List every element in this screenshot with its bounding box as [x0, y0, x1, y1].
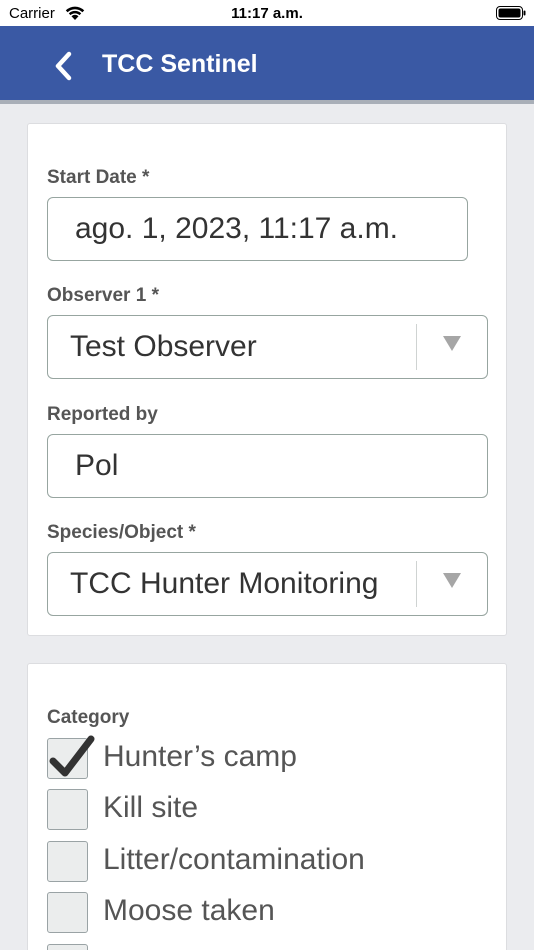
- category-option-kill-site[interactable]: Kill site: [47, 789, 487, 833]
- category-label: Category: [47, 707, 130, 728]
- species-select[interactable]: TCC Hunter Monitoring: [47, 552, 488, 616]
- checkmark-icon: [49, 735, 95, 777]
- checkbox[interactable]: [47, 841, 88, 882]
- screen: Carrier 11:17 a.m. TCC Sentinel Start Da…: [0, 0, 534, 950]
- start-date-field[interactable]: ago. 1, 2023, 11:17 a.m.: [47, 197, 468, 261]
- clock: 11:17 a.m.: [231, 5, 303, 22]
- category-option-hunters-camp[interactable]: Hunter’s camp: [47, 735, 487, 782]
- details-card: Start Date * ago. 1, 2023, 11:17 a.m. Ob…: [27, 123, 507, 636]
- observer-value: Test Observer: [70, 330, 257, 363]
- species-value: TCC Hunter Monitoring: [70, 567, 379, 600]
- checkbox[interactable]: [47, 892, 88, 933]
- option-label: Hunter’s camp: [103, 740, 297, 773]
- select-divider: [416, 561, 417, 607]
- dropdown-arrow-icon: [443, 336, 461, 351]
- observer-select[interactable]: Test Observer: [47, 315, 488, 379]
- checkbox[interactable]: [47, 735, 95, 779]
- navigation-bar: TCC Sentinel: [0, 26, 534, 104]
- back-button[interactable]: [48, 48, 78, 84]
- species-label: Species/Object *: [47, 522, 196, 543]
- option-label: Litter/contamination: [103, 843, 365, 876]
- reported-by-field[interactable]: Pol: [47, 434, 488, 498]
- category-option-partial[interactable]: [47, 944, 487, 950]
- battery-icon: [496, 6, 526, 20]
- status-bar: Carrier 11:17 a.m.: [0, 0, 534, 26]
- reported-by-label: Reported by: [47, 404, 158, 425]
- start-date-label: Start Date *: [47, 167, 150, 188]
- checkbox[interactable]: [47, 789, 88, 830]
- select-divider: [416, 324, 417, 370]
- option-label: Kill site: [103, 791, 199, 824]
- option-label: Moose taken: [103, 894, 275, 927]
- checkbox[interactable]: [47, 944, 88, 950]
- dropdown-arrow-icon: [443, 573, 461, 588]
- start-date-value: ago. 1, 2023, 11:17 a.m.: [75, 212, 399, 245]
- observer-label: Observer 1 *: [47, 285, 159, 306]
- reported-by-value: Pol: [75, 449, 119, 482]
- chevron-left-icon: [55, 51, 72, 81]
- category-option-moose-taken[interactable]: Moose taken: [47, 892, 487, 936]
- category-card: Category Hunter’s camp Kill site Litter/…: [27, 663, 507, 950]
- category-option-litter[interactable]: Litter/contamination: [47, 841, 487, 885]
- page-title: TCC Sentinel: [102, 50, 258, 78]
